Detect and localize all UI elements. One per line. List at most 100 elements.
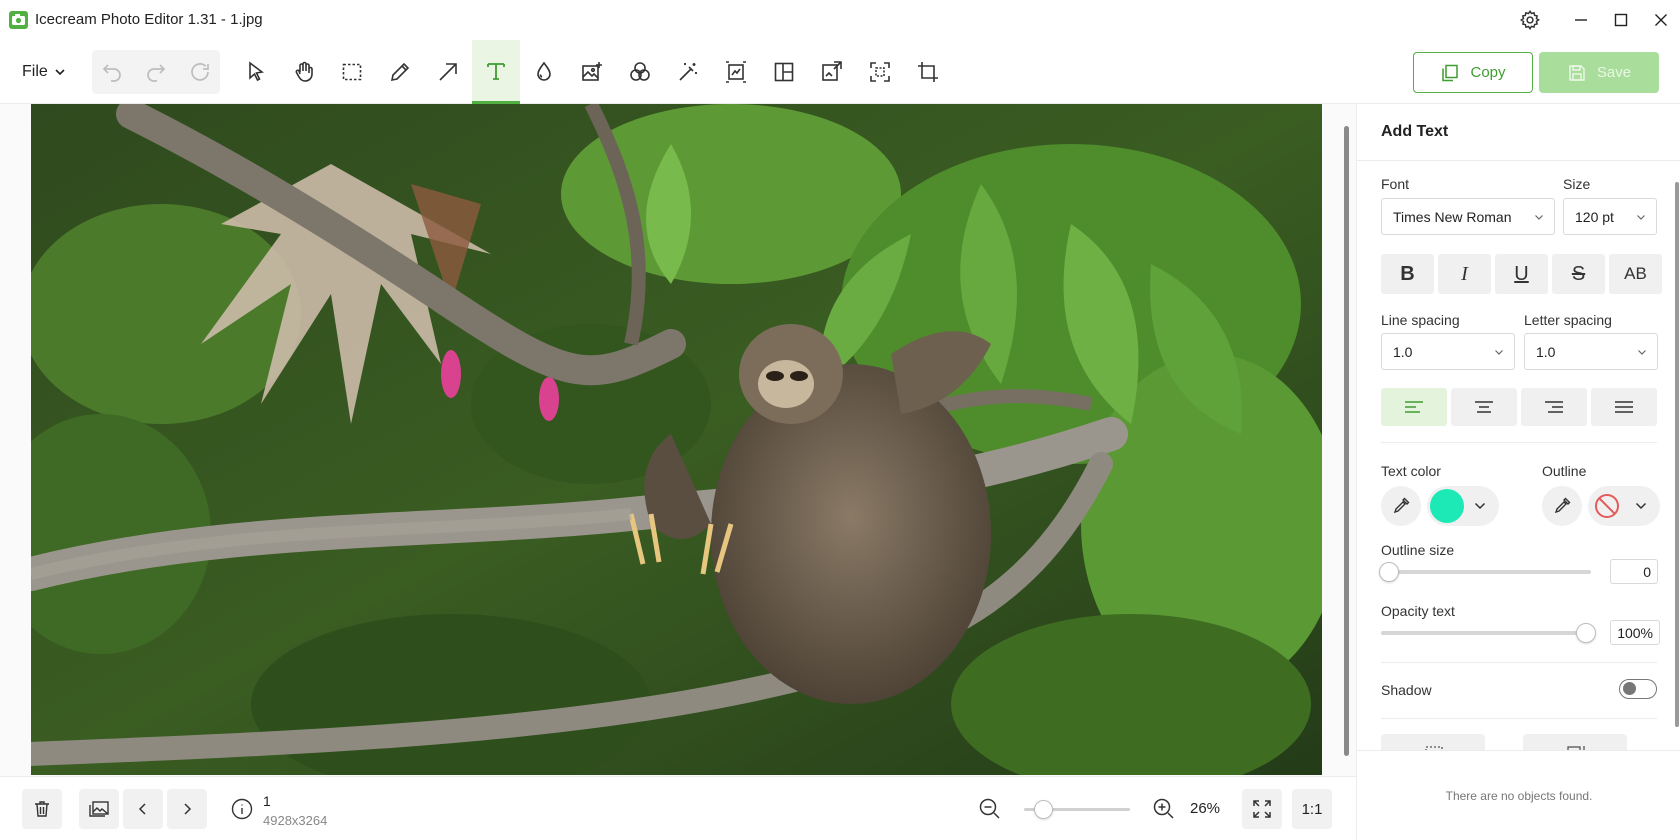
zoom-in-icon[interactable]	[1152, 797, 1176, 821]
chevron-down-icon	[1495, 350, 1503, 355]
no-objects-message: There are no objects found.	[1357, 750, 1680, 840]
close-button[interactable]	[1641, 0, 1680, 40]
shadow-label: Shadow	[1381, 682, 1432, 698]
hand-tool[interactable]	[280, 40, 328, 104]
settings-button[interactable]	[1510, 0, 1550, 40]
opacity-slider[interactable]	[1381, 631, 1591, 635]
opacity-label: Opacity text	[1381, 603, 1455, 619]
opacity-input[interactable]: 100%	[1610, 620, 1660, 645]
eyedropper-icon	[1554, 497, 1571, 514]
title-bar: Icecream Photo Editor 1.31 - 1.jpg	[0, 0, 1680, 40]
crop-select-tool[interactable]	[856, 40, 904, 104]
watermark-tool[interactable]	[808, 40, 856, 104]
align-left-button[interactable]	[1381, 388, 1447, 426]
resize-tool[interactable]	[712, 40, 760, 104]
filters-tool[interactable]	[616, 40, 664, 104]
opacity-knob[interactable]	[1576, 623, 1596, 643]
photo-canvas[interactable]	[31, 104, 1322, 775]
copy-button[interactable]: Copy	[1413, 52, 1533, 93]
outline-color-dropdown[interactable]	[1588, 486, 1660, 526]
file-menu[interactable]: File	[22, 60, 66, 84]
select-tool[interactable]	[232, 40, 280, 104]
undo-button[interactable]	[88, 40, 136, 104]
shadow-toggle[interactable]	[1619, 679, 1657, 699]
add-text-panel: Add Text Font Size Times New Roman 120 p…	[1356, 104, 1680, 840]
uppercase-button[interactable]: AB	[1609, 254, 1662, 294]
text-tool[interactable]	[472, 40, 520, 104]
strikethrough-button[interactable]: S	[1552, 254, 1605, 294]
align-left-icon	[1405, 401, 1423, 413]
add-image-tool[interactable]	[568, 40, 616, 104]
image-dimensions: 4928x3264	[263, 813, 328, 828]
text-color-swatch	[1430, 489, 1464, 523]
underline-button[interactable]: U	[1495, 254, 1548, 294]
reset-button[interactable]	[176, 40, 224, 104]
blur-tool[interactable]	[520, 40, 568, 104]
font-select-value: Times New Roman	[1393, 208, 1512, 225]
size-select[interactable]: 120 pt	[1563, 198, 1657, 235]
maximize-icon	[1614, 13, 1628, 27]
file-menu-label: File	[22, 63, 48, 80]
save-button[interactable]: Save	[1539, 52, 1659, 93]
info-icon[interactable]	[231, 798, 253, 820]
arrow-icon	[439, 63, 457, 81]
gallery-button[interactable]	[79, 789, 119, 829]
previous-image-button[interactable]	[123, 789, 163, 829]
section-divider	[1381, 442, 1657, 443]
font-label: Font	[1381, 176, 1410, 192]
canvas-area[interactable]	[0, 104, 1356, 776]
pencil-tool[interactable]	[376, 40, 424, 104]
font-select[interactable]: Times New Roman	[1381, 198, 1555, 235]
crop-tool[interactable]	[904, 40, 952, 104]
bold-button[interactable]: B	[1381, 254, 1434, 294]
letter-spacing-select[interactable]: 1.0	[1524, 333, 1658, 370]
actual-size-button[interactable]: 1:1	[1292, 789, 1332, 829]
canvas-scrollbar[interactable]	[1342, 104, 1352, 776]
text-color-label: Text color	[1381, 463, 1441, 479]
italic-button[interactable]: I	[1438, 254, 1491, 294]
chevron-left-icon	[138, 803, 146, 815]
window-title: Icecream Photo Editor 1.31 - 1.jpg	[35, 11, 263, 28]
outline-color-picker-button[interactable]	[1542, 486, 1582, 526]
magic-wand-tool[interactable]	[664, 40, 712, 104]
panel-scrollbar[interactable]	[1675, 182, 1679, 727]
redo-icon	[147, 64, 166, 82]
outline-size-slider[interactable]	[1381, 570, 1591, 574]
maximize-button[interactable]	[1601, 0, 1641, 40]
align-right-icon	[1545, 401, 1563, 413]
no-objects-text: There are no objects found.	[1445, 788, 1593, 803]
align-justify-button[interactable]	[1591, 388, 1657, 426]
align-right-button[interactable]	[1521, 388, 1587, 426]
canvas-scrollbar-thumb[interactable]	[1344, 126, 1349, 756]
layout-tool[interactable]	[760, 40, 808, 104]
layout-icon	[774, 62, 794, 82]
eyedropper-icon	[1393, 497, 1410, 514]
undo-icon	[102, 64, 121, 82]
hand-icon	[295, 61, 313, 82]
size-label: Size	[1563, 176, 1591, 192]
reset-icon	[191, 63, 209, 81]
close-icon	[1655, 14, 1667, 26]
align-justify-icon	[1615, 401, 1633, 413]
minimize-button[interactable]	[1561, 0, 1601, 40]
delete-button[interactable]	[22, 789, 62, 829]
line-spacing-label: Line spacing	[1381, 312, 1460, 328]
blur-drop-icon	[537, 61, 551, 81]
chevron-down-icon	[55, 69, 65, 76]
redo-button[interactable]	[132, 40, 180, 104]
outline-size-input[interactable]: 0	[1610, 559, 1658, 584]
no-color-icon	[1595, 494, 1619, 518]
zoom-slider-knob[interactable]	[1034, 800, 1053, 819]
arrow-tool[interactable]	[424, 40, 472, 104]
zoom-out-icon[interactable]	[978, 797, 1002, 821]
text-color-picker-button[interactable]	[1381, 486, 1421, 526]
line-spacing-select[interactable]: 1.0	[1381, 333, 1515, 370]
text-color-dropdown[interactable]	[1427, 486, 1499, 526]
align-center-button[interactable]	[1451, 388, 1517, 426]
outline-size-knob[interactable]	[1379, 562, 1399, 582]
next-image-button[interactable]	[167, 789, 207, 829]
section-divider	[1381, 718, 1657, 719]
fit-screen-button[interactable]	[1242, 789, 1282, 829]
save-label: Save	[1596, 64, 1632, 81]
marquee-tool[interactable]	[328, 40, 376, 104]
